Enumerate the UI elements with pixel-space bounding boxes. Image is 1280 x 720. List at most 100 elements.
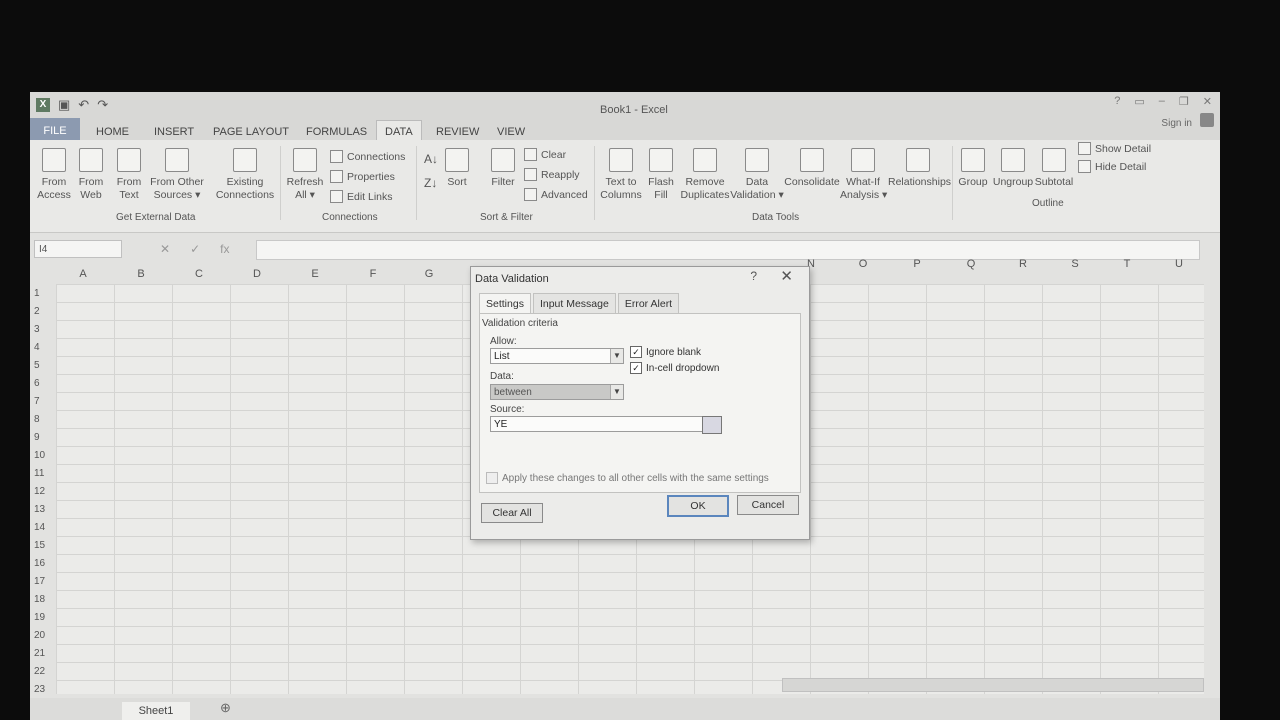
column-header[interactable]: Q: [964, 258, 978, 270]
tab-insert[interactable]: INSERT: [154, 126, 194, 138]
ignore-blank-checkbox[interactable]: ✓ Ignore blank: [630, 346, 701, 358]
column-header[interactable]: S: [1068, 258, 1082, 270]
row-header[interactable]: 20: [34, 630, 45, 641]
sort-button[interactable]: Sort: [442, 148, 472, 189]
enter-formula-icon[interactable]: ✓: [190, 242, 200, 256]
range-select-icon[interactable]: [702, 416, 722, 434]
row-header[interactable]: 19: [34, 612, 45, 623]
tab-home[interactable]: HOME: [96, 126, 129, 138]
existing-connections-button[interactable]: Existing Connections: [214, 148, 276, 202]
row-header[interactable]: 6: [34, 378, 40, 389]
sign-in-link[interactable]: Sign in: [1161, 118, 1192, 129]
row-header[interactable]: 11: [34, 468, 44, 479]
sort-az-icon[interactable]: A↓: [424, 152, 438, 166]
consolidate-button[interactable]: Consolidate: [784, 148, 840, 189]
insert-function-icon[interactable]: fx: [220, 242, 229, 256]
formula-input[interactable]: [256, 240, 1200, 260]
data-validation-button[interactable]: Data Validation ▾: [730, 148, 784, 202]
chevron-down-icon[interactable]: ▼: [610, 385, 623, 399]
row-header[interactable]: 10: [34, 450, 45, 461]
row-header[interactable]: 21: [34, 648, 45, 659]
row-header[interactable]: 1: [34, 288, 40, 299]
row-header[interactable]: 17: [34, 576, 45, 587]
sheet-tab[interactable]: Sheet1: [122, 702, 190, 720]
help-icon[interactable]: ?: [1114, 95, 1120, 108]
hide-detail-button[interactable]: Hide Detail: [1078, 160, 1146, 173]
restore-icon[interactable]: ❐: [1179, 95, 1189, 108]
sort-za-icon[interactable]: Z↓: [424, 176, 437, 190]
column-header[interactable]: O: [856, 258, 870, 270]
tab-page-layout[interactable]: PAGE LAYOUT: [213, 126, 289, 138]
user-icon[interactable]: [1200, 113, 1214, 127]
column-header[interactable]: R: [1016, 258, 1030, 270]
checkbox-checked-icon[interactable]: ✓: [630, 362, 642, 374]
undo-icon[interactable]: ↶: [78, 97, 89, 113]
tab-error-alert[interactable]: Error Alert: [617, 293, 680, 314]
text-to-columns-button[interactable]: Text to Columns: [598, 148, 644, 202]
row-header[interactable]: 23: [34, 684, 45, 695]
add-sheet-icon[interactable]: ⊕: [220, 700, 231, 716]
row-header[interactable]: 14: [34, 522, 45, 533]
tab-file[interactable]: FILE: [30, 118, 80, 140]
horizontal-scrollbar[interactable]: [782, 678, 1204, 692]
cancel-formula-icon[interactable]: ✕: [160, 242, 170, 256]
column-header[interactable]: B: [134, 268, 148, 280]
flash-fill-button[interactable]: Flash Fill: [644, 148, 678, 202]
remove-duplicates-button[interactable]: Remove Duplicates: [678, 148, 732, 202]
ok-button[interactable]: OK: [667, 495, 729, 517]
row-header[interactable]: 16: [34, 558, 45, 569]
row-header[interactable]: 3: [34, 324, 40, 335]
source-input[interactable]: YE: [490, 416, 722, 434]
tab-review[interactable]: REVIEW: [436, 126, 479, 138]
edit-links-button[interactable]: Edit Links: [330, 190, 393, 203]
in-cell-dropdown-checkbox[interactable]: ✓ In-cell dropdown: [630, 362, 719, 374]
dialog-help-icon[interactable]: ?: [750, 269, 757, 283]
row-header[interactable]: 7: [34, 396, 40, 407]
minimize-icon[interactable]: –: [1159, 95, 1165, 108]
relationships-button[interactable]: Relationships: [888, 148, 951, 189]
what-if-analysis-button[interactable]: What-If Analysis ▾: [840, 148, 887, 202]
from-other-sources-button[interactable]: From Other Sources ▾: [146, 148, 208, 202]
column-header[interactable]: T: [1120, 258, 1134, 270]
clear-all-button[interactable]: Clear All: [481, 503, 543, 523]
chevron-down-icon[interactable]: ▼: [610, 349, 623, 363]
column-header[interactable]: D: [250, 268, 264, 280]
close-icon[interactable]: ✕: [1203, 95, 1212, 108]
column-header[interactable]: E: [308, 268, 322, 280]
row-header[interactable]: 5: [34, 360, 40, 371]
advanced-button[interactable]: Advanced: [524, 188, 588, 201]
clear-button[interactable]: Clear: [524, 148, 566, 161]
from-access-button[interactable]: From Access: [36, 148, 72, 202]
cancel-button[interactable]: Cancel: [737, 495, 799, 515]
connections-button[interactable]: Connections: [330, 150, 405, 163]
show-detail-button[interactable]: Show Detail: [1078, 142, 1151, 155]
column-header[interactable]: G: [422, 268, 436, 280]
tab-input-message[interactable]: Input Message: [532, 293, 616, 314]
row-header[interactable]: 12: [34, 486, 45, 497]
tab-data[interactable]: DATA: [376, 120, 422, 142]
column-header[interactable]: F: [366, 268, 380, 280]
data-select[interactable]: between ▼: [490, 384, 624, 400]
checkbox-unchecked-icon[interactable]: [486, 472, 498, 484]
column-header[interactable]: C: [192, 268, 206, 280]
ungroup-button[interactable]: Ungroup: [992, 148, 1034, 189]
apply-all-checkbox[interactable]: Apply these changes to all other cells w…: [486, 472, 769, 484]
redo-icon[interactable]: ↷: [97, 97, 108, 113]
reapply-button[interactable]: Reapply: [524, 168, 580, 181]
row-header[interactable]: 2: [34, 306, 40, 317]
from-web-button[interactable]: From Web: [74, 148, 108, 202]
row-header[interactable]: 15: [34, 540, 45, 551]
column-header[interactable]: U: [1172, 258, 1186, 270]
row-header[interactable]: 13: [34, 504, 45, 515]
allow-select[interactable]: List ▼: [490, 348, 624, 364]
ribbon-display-icon[interactable]: ▭: [1134, 95, 1144, 108]
name-box[interactable]: I4: [34, 240, 122, 258]
group-button[interactable]: Group: [956, 148, 990, 189]
tab-settings[interactable]: Settings: [479, 293, 531, 314]
tab-view[interactable]: VIEW: [497, 126, 525, 138]
subtotal-button[interactable]: Subtotal: [1034, 148, 1074, 189]
checkbox-checked-icon[interactable]: ✓: [630, 346, 642, 358]
row-header[interactable]: 9: [34, 432, 40, 443]
row-header[interactable]: 22: [34, 666, 45, 677]
column-header[interactable]: P: [910, 258, 924, 270]
